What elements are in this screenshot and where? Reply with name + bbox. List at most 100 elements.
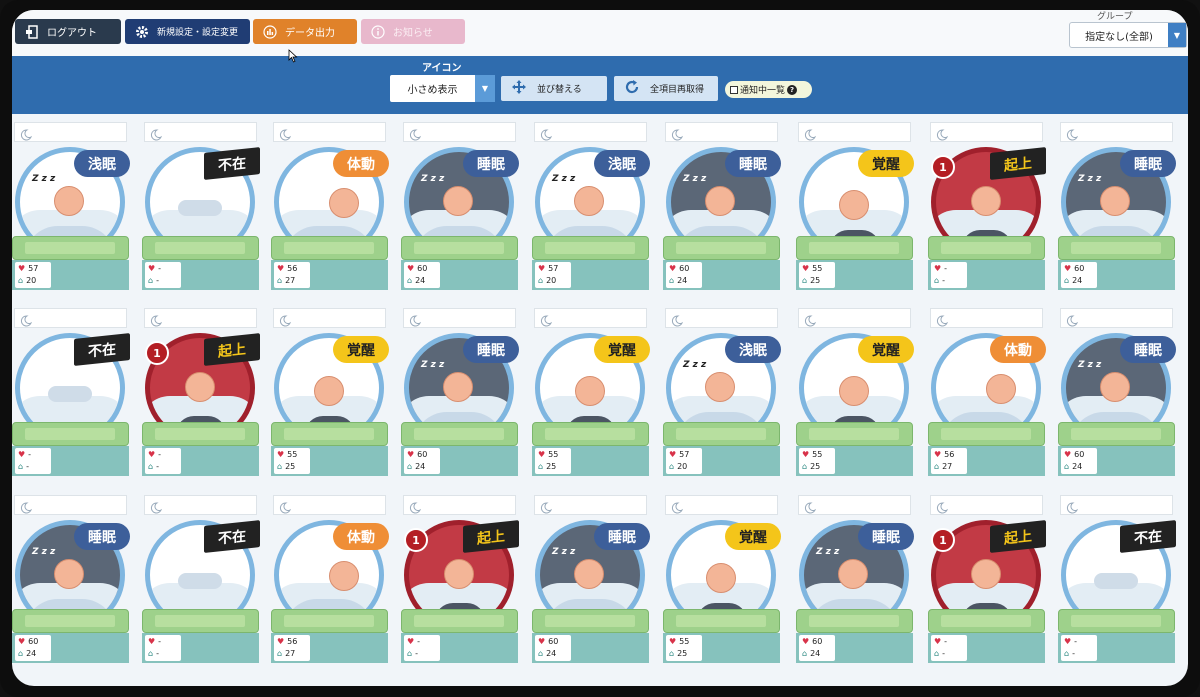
vitals-box: ♥ 57 ⌂ 20 [15,262,51,288]
vitals-box: ♥ - ⌂ - [145,262,181,288]
moon-icon [1066,126,1079,145]
vitals-panel: ♥ 60 ⌂ 24 [401,260,518,290]
lungs-icon: ⌂ [277,462,283,471]
group-select[interactable]: 指定なし(全部) ▼ [1069,22,1187,48]
resident-card[interactable]: 不在 ♥ - ⌂ - [142,493,260,665]
sensor-bar [663,609,780,633]
resident-card[interactable]: 起上 1 ♥ - ⌂ - [142,306,260,478]
resident-card[interactable]: 起上 1 ♥ - ⌂ - [928,493,1046,665]
respiration-rate: ⌂ 27 [934,462,952,471]
heart-rate-value: 60 [1074,450,1085,459]
heart-icon: ♥ [407,637,415,646]
sensor-bar [12,609,129,633]
resident-card[interactable]: Z z z 浅眠 ♥ 57 ⌂ 20 [532,120,650,292]
person-head [1100,186,1130,216]
heart-icon: ♥ [934,637,942,646]
export-button[interactable]: データ出力 [253,19,357,44]
sensor-bar [401,609,518,633]
heart-rate-value: - [944,264,948,273]
resident-card[interactable]: Z z z 睡眠 ♥ 60 ⌂ 24 [796,493,914,665]
heart-rate-value: 56 [287,264,298,273]
resident-card[interactable]: 覚醒 ♥ 55 ⌂ 25 [271,306,389,478]
heart-rate: ♥ - [934,264,947,273]
vitals-box: ♥ - ⌂ - [15,448,51,474]
lungs-icon: ⌂ [669,462,675,471]
person-head [705,186,735,216]
status-badge: 覚醒 [725,523,781,550]
vitals-box: ♥ 56 ⌂ 27 [274,262,310,288]
resident-card[interactable]: Z z z 浅眠 ♥ 57 ⌂ 20 [663,306,781,478]
resident-card[interactable]: 不在 ♥ - ⌂ - [12,306,130,478]
logout-icon [25,24,39,39]
vitals-box: ♥ - ⌂ - [1061,635,1097,661]
resident-card[interactable]: Z z z 睡眠 ♥ 60 ⌂ 24 [12,493,130,665]
person-head [329,561,359,591]
refresh-label: 全項目再取得 [650,85,705,95]
respiration-rate-value: 25 [677,649,688,658]
sensor-bar [532,609,649,633]
vitals-box: ♥ 60 ⌂ 24 [1061,448,1097,474]
resident-name-field [273,122,386,142]
heart-rate-value: 55 [287,450,298,459]
resident-card[interactable]: 覚醒 ♥ 55 ⌂ 25 [532,306,650,478]
resident-card[interactable]: 体動 ♥ 56 ⌂ 27 [928,306,1046,478]
resident-card[interactable]: 不在 ♥ - ⌂ - [1058,493,1176,665]
resident-card[interactable]: Z z z 睡眠 ♥ 60 ⌂ 24 [663,120,781,292]
icon-size-select[interactable]: 小さめ表示 ▼ [390,75,495,102]
respiration-rate: ⌂ - [148,276,159,285]
vitals-panel: ♥ - ⌂ - [401,633,518,663]
heart-icon: ♥ [1064,637,1072,646]
person-head [444,559,474,589]
notice-button[interactable]: お知らせ [361,19,465,44]
heart-rate-value: 55 [548,450,559,459]
respiration-rate-value: 20 [677,462,688,471]
sleep-zzz-icon: Z z z [421,174,445,184]
respiration-rate: ⌂ 24 [1064,276,1082,285]
moon-icon [936,499,949,518]
resident-card[interactable]: 体動 ♥ 56 ⌂ 27 [271,120,389,292]
sort-button[interactable]: 並び替える [501,76,607,101]
heart-rate: ♥ 56 [277,637,297,646]
sensor-bar [401,422,518,446]
respiration-rate: ⌂ 24 [802,649,820,658]
alert-count-badge: 1 [404,528,428,552]
vitals-panel: ♥ 60 ⌂ 24 [401,446,518,476]
respiration-rate: ⌂ 25 [802,462,820,471]
resident-card[interactable]: Z z z 睡眠 ♥ 60 ⌂ 24 [532,493,650,665]
resident-name-field [665,308,778,328]
resident-card[interactable]: 覚醒 ♥ 55 ⌂ 25 [796,306,914,478]
person-head [443,372,473,402]
notify-list-toggle[interactable]: 通知中一覧 ? [725,81,812,98]
resident-name-field [798,308,911,328]
heart-rate-value: 60 [28,637,39,646]
heart-rate-value: 60 [548,637,559,646]
resident-card[interactable]: 起上 1 ♥ - ⌂ - [928,120,1046,292]
resident-card[interactable]: Z z z 睡眠 ♥ 60 ⌂ 24 [1058,120,1176,292]
sensor-bar [12,236,129,260]
heart-icon: ♥ [669,637,677,646]
moon-icon [279,312,292,331]
resident-name-field [798,122,911,142]
resident-card[interactable]: 覚醒 ♥ 55 ⌂ 25 [663,493,781,665]
resident-card[interactable]: Z z z 浅眠 ♥ 57 ⌂ 20 [12,120,130,292]
heart-rate-value: - [944,637,948,646]
vitals-box: ♥ 55 ⌂ 25 [274,448,310,474]
resident-card[interactable]: Z z z 睡眠 ♥ 60 ⌂ 24 [1058,306,1176,478]
help-icon[interactable]: ? [787,84,798,95]
heart-rate: ♥ 60 [669,264,689,273]
status-badge: 睡眠 [594,523,650,550]
logout-button[interactable]: ログアウト [15,19,121,44]
resident-card[interactable]: 覚醒 ♥ 55 ⌂ 25 [796,120,914,292]
settings-button[interactable]: 新規設定・設定変更 [125,19,250,44]
resident-card[interactable]: Z z z 睡眠 ♥ 60 ⌂ 24 [401,120,519,292]
pillow-shape [178,573,222,589]
refresh-button[interactable]: 全項目再取得 [614,76,718,101]
resident-card[interactable]: 体動 ♥ 56 ⌂ 27 [271,493,389,665]
resident-card[interactable]: 起上 1 ♥ - ⌂ - [401,493,519,665]
notify-checkbox[interactable] [730,85,738,94]
heart-rate-value: 57 [28,264,39,273]
resident-card[interactable]: Z z z 睡眠 ♥ 60 ⌂ 24 [401,306,519,478]
status-badge: 不在 [1120,520,1176,553]
heart-rate-value: - [158,264,162,273]
resident-card[interactable]: 不在 ♥ - ⌂ - [142,120,260,292]
